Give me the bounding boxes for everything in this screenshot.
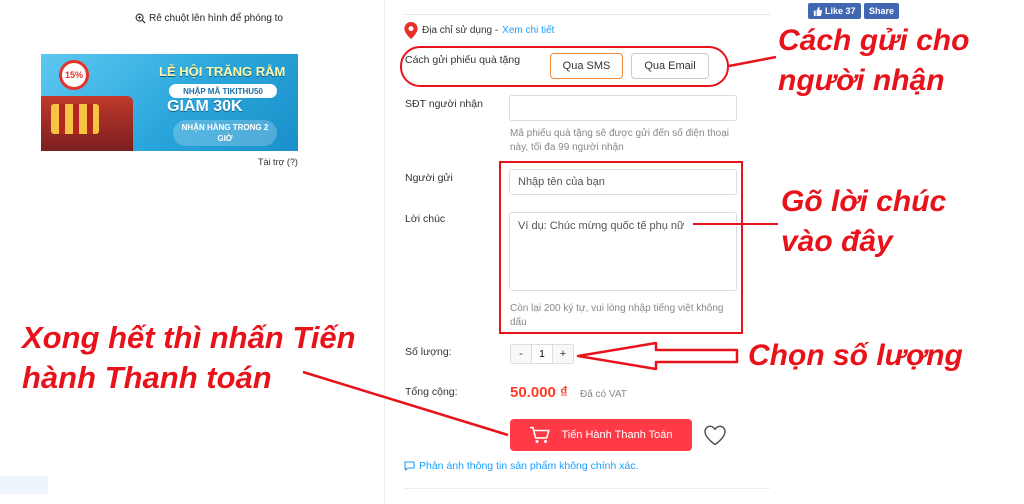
- total-label: Tổng cộng:: [405, 386, 458, 398]
- annotation-send-method-line1: Cách gửi cho: [778, 24, 970, 57]
- banner-title: LỄ HỘI TRĂNG RẰM: [159, 64, 286, 79]
- annotation-checkout-line2: hành Thanh toán: [22, 360, 272, 395]
- like-label: Like 37: [825, 6, 856, 16]
- recipient-phone-input[interactable]: [509, 95, 737, 121]
- annotation-send-method-line2: người nhận: [778, 64, 945, 97]
- zoom-hint-text: Rê chuột lên hình để phóng to: [149, 13, 283, 24]
- message-label: Lời chúc: [405, 213, 446, 225]
- shopping-cart-icon: [530, 426, 551, 443]
- annotation-message-line1: Gõ lời chúc: [781, 185, 947, 218]
- quantity-label: Số lượng:: [405, 346, 452, 358]
- top-divider: [404, 14, 770, 15]
- facebook-like-button[interactable]: Like 37: [808, 3, 861, 19]
- checkout-button[interactable]: Tiến Hành Thanh Toán: [510, 419, 692, 451]
- promo-banner[interactable]: 15% LỄ HỘI TRĂNG RẰM NHẬP MÃ TIKITHU50 G…: [41, 54, 298, 151]
- quantity-increase-button[interactable]: +: [553, 345, 573, 363]
- annotation-quantity: Chọn số lượng: [748, 339, 963, 372]
- quantity-input[interactable]: [531, 345, 553, 363]
- annotation-send-method: Cách gửi cho người nhận: [778, 21, 969, 101]
- sponsor-link[interactable]: Tài trợ (?): [258, 157, 298, 167]
- zoom-hint: Rê chuột lên hình để phóng to: [135, 13, 283, 24]
- annotation-message: Gõ lời chúc vào đây: [781, 182, 946, 262]
- send-method-connector: [728, 55, 777, 68]
- address-label: Địa chỉ sử dụng -: [422, 25, 499, 36]
- report-link-text: Phản ánh thông tin sản phẩm không chính …: [419, 460, 639, 472]
- heart-icon[interactable]: [703, 424, 727, 446]
- quantity-decrease-button[interactable]: -: [511, 345, 531, 363]
- message-highlight: [499, 161, 743, 334]
- bottom-divider: [404, 488, 770, 489]
- zoom-in-icon: [135, 13, 146, 24]
- checkout-label: Tiến Hành Thanh Toán: [561, 429, 673, 441]
- sender-label: Người gửi: [405, 172, 453, 184]
- banner-amount: GIẢM 30K: [167, 98, 243, 115]
- message-square-icon: [404, 461, 415, 471]
- vat-note: Đã có VAT: [580, 389, 627, 400]
- annotation-checkout-line1: Xong hết thì nhấn Tiến: [22, 320, 356, 355]
- quantity-arrow: [576, 341, 739, 371]
- map-pin-icon: [404, 22, 418, 39]
- total-price: 50.000 ₫: [510, 384, 568, 401]
- banner-delivery: NHẬN HÀNG TRONG 2 GIỜ: [173, 120, 277, 146]
- mooncake-box-image: [41, 96, 133, 151]
- annotation-checkout: Xong hết thì nhấn Tiến hành Thanh toán: [22, 318, 356, 398]
- view-detail-link[interactable]: Xem chi tiết: [502, 25, 554, 36]
- phone-hint: Mã phiếu quà tặng sẽ được gửi đến số điệ…: [510, 128, 729, 153]
- usage-address: Địa chỉ sử dụng - Xem chi tiết: [404, 22, 554, 39]
- report-product-info[interactable]: Phản ánh thông tin sản phẩm không chính …: [404, 460, 639, 472]
- send-method-highlight: [400, 46, 729, 87]
- corner-widget: [0, 476, 48, 494]
- annotation-message-line2: vào đây: [781, 225, 893, 258]
- facebook-share-button[interactable]: Share: [864, 3, 900, 19]
- banner-code: NHẬP MÃ TIKITHU50: [169, 84, 277, 98]
- product-image-column: Rê chuột lên hình để phóng to 15% LỄ HỘI…: [0, 0, 385, 504]
- thumbs-up-icon: [813, 6, 822, 16]
- phone-label: SĐT người nhận: [405, 98, 483, 110]
- discount-badge: 15%: [59, 60, 89, 90]
- quantity-stepper: - +: [510, 344, 574, 364]
